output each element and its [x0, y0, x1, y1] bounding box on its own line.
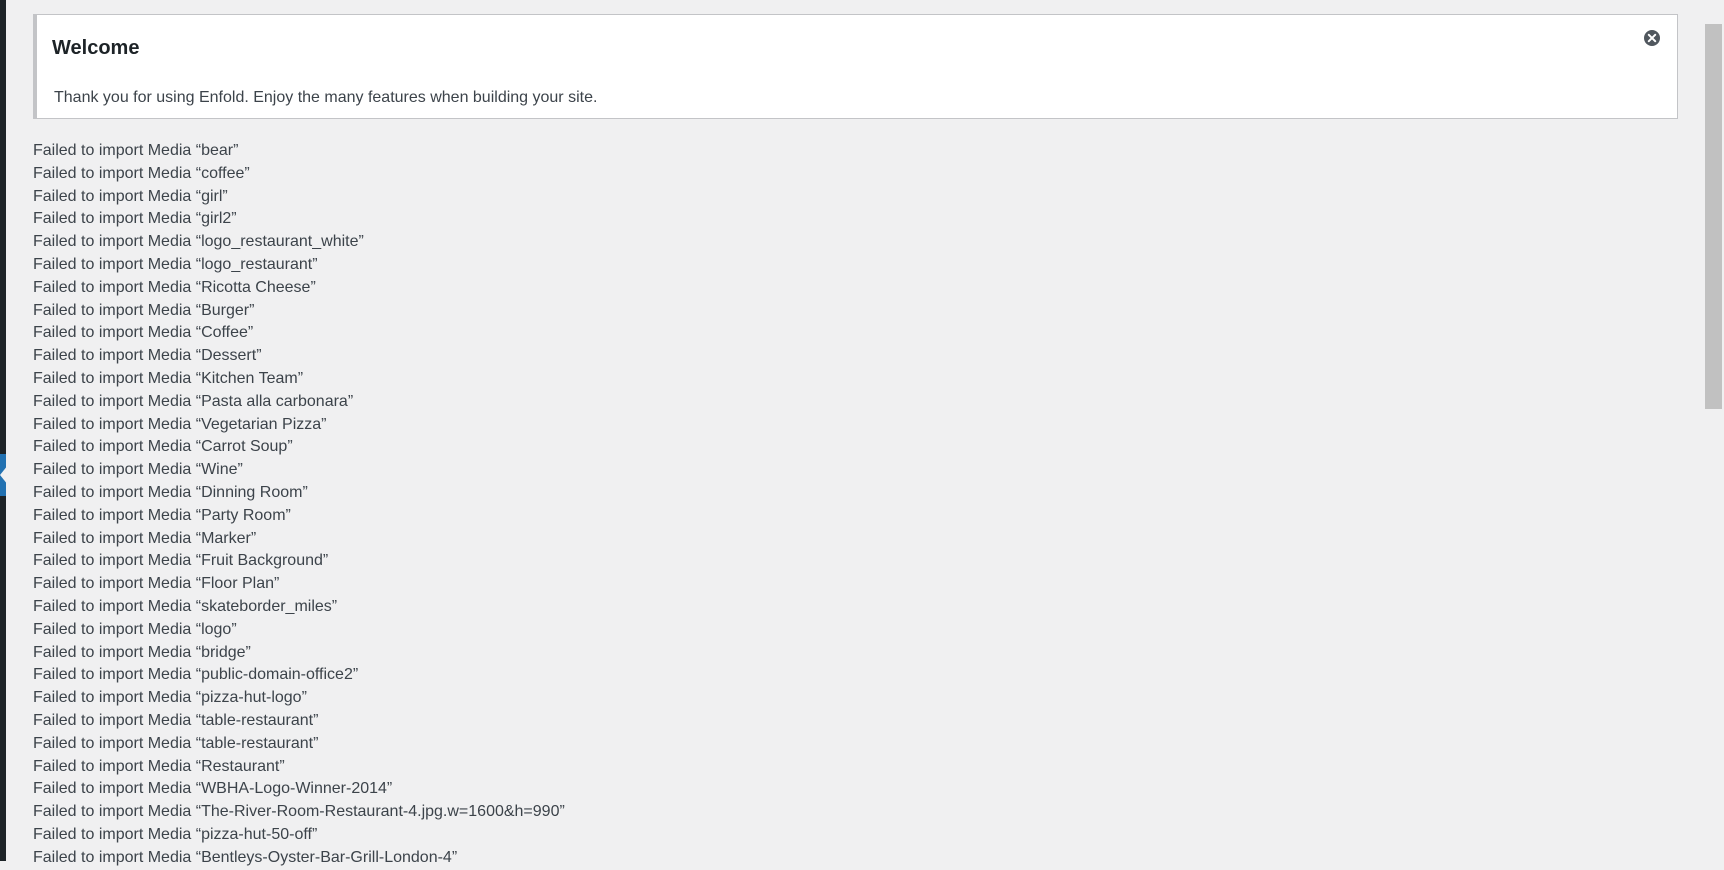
log-entry: Failed to import Media “Ricotta Cheese”	[33, 278, 316, 296]
log-entry: Failed to import Media “coffee”	[33, 164, 250, 182]
admin-sidebar	[0, 0, 6, 861]
log-entry: Failed to import Media “public-domain-of…	[33, 666, 359, 684]
log-entry: Failed to import Media “logo_restaurant_…	[33, 233, 364, 251]
log-entry: Failed to import Media “logo_restaurant”	[33, 255, 318, 273]
log-entry: Failed to import Media “Burger”	[33, 301, 255, 319]
log-entry: Failed to import Media “logo”	[33, 620, 237, 638]
import-log: Failed to import Media “bear” Failed to i…	[33, 140, 565, 870]
log-entry: Failed to import Media “Fruit Background…	[33, 552, 329, 570]
welcome-notice: Welcome Thank you for using Enfold. Enjo…	[33, 14, 1678, 119]
log-entry: Failed to import Media “WBHA-Logo-Winner…	[33, 780, 393, 798]
sidebar-active-notch	[0, 465, 8, 485]
log-entry: Failed to import Media “Party Room”	[33, 506, 291, 524]
log-entry: Failed to import Media “pizza-hut-logo”	[33, 689, 307, 707]
close-circle-icon[interactable]	[1643, 29, 1661, 47]
log-entry: Failed to import Media “The-River-Room-R…	[33, 803, 565, 821]
scrollbar-thumb[interactable]	[1705, 24, 1722, 409]
log-entry: Failed to import Media “table-restaurant…	[33, 734, 319, 752]
log-entry: Failed to import Media “Vegetarian Pizza…	[33, 415, 327, 433]
log-entry: Failed to import Media “Restaurant”	[33, 757, 285, 775]
log-entry: Failed to import Media “Dinning Room”	[33, 483, 308, 501]
notice-title: Welcome	[52, 37, 140, 59]
log-entry: Failed to import Media “Coffee”	[33, 324, 254, 342]
scrollbar-track[interactable]	[1704, 0, 1724, 861]
log-entry: Failed to import Media “skateborder_mile…	[33, 597, 338, 615]
log-entry: Failed to import Media “girl2”	[33, 210, 237, 228]
log-entry: Failed to import Media “Bentleys-Oyster-…	[33, 848, 458, 866]
log-entry: Failed to import Media “bridge”	[33, 643, 251, 661]
log-entry: Failed to import Media “pizza-hut-50-off…	[33, 825, 318, 843]
log-entry: Failed to import Media “Dessert”	[33, 347, 262, 365]
log-entry: Failed to import Media “Kitchen Team”	[33, 369, 304, 387]
log-entry: Failed to import Media “table-restaurant…	[33, 711, 319, 729]
log-entry: Failed to import Media “Pasta alla carbo…	[33, 392, 354, 410]
log-entry: Failed to import Media “Floor Plan”	[33, 575, 280, 593]
log-entry: Failed to import Media “Carrot Soup”	[33, 438, 293, 456]
log-entry: Failed to import Media “bear”	[33, 142, 239, 159]
log-entry: Failed to import Media “girl”	[33, 187, 228, 205]
log-entry: Failed to import Media “Marker”	[33, 529, 257, 547]
notice-message: Thank you for using Enfold. Enjoy the ma…	[54, 89, 598, 106]
log-entry: Failed to import Media “Wine”	[33, 461, 243, 479]
